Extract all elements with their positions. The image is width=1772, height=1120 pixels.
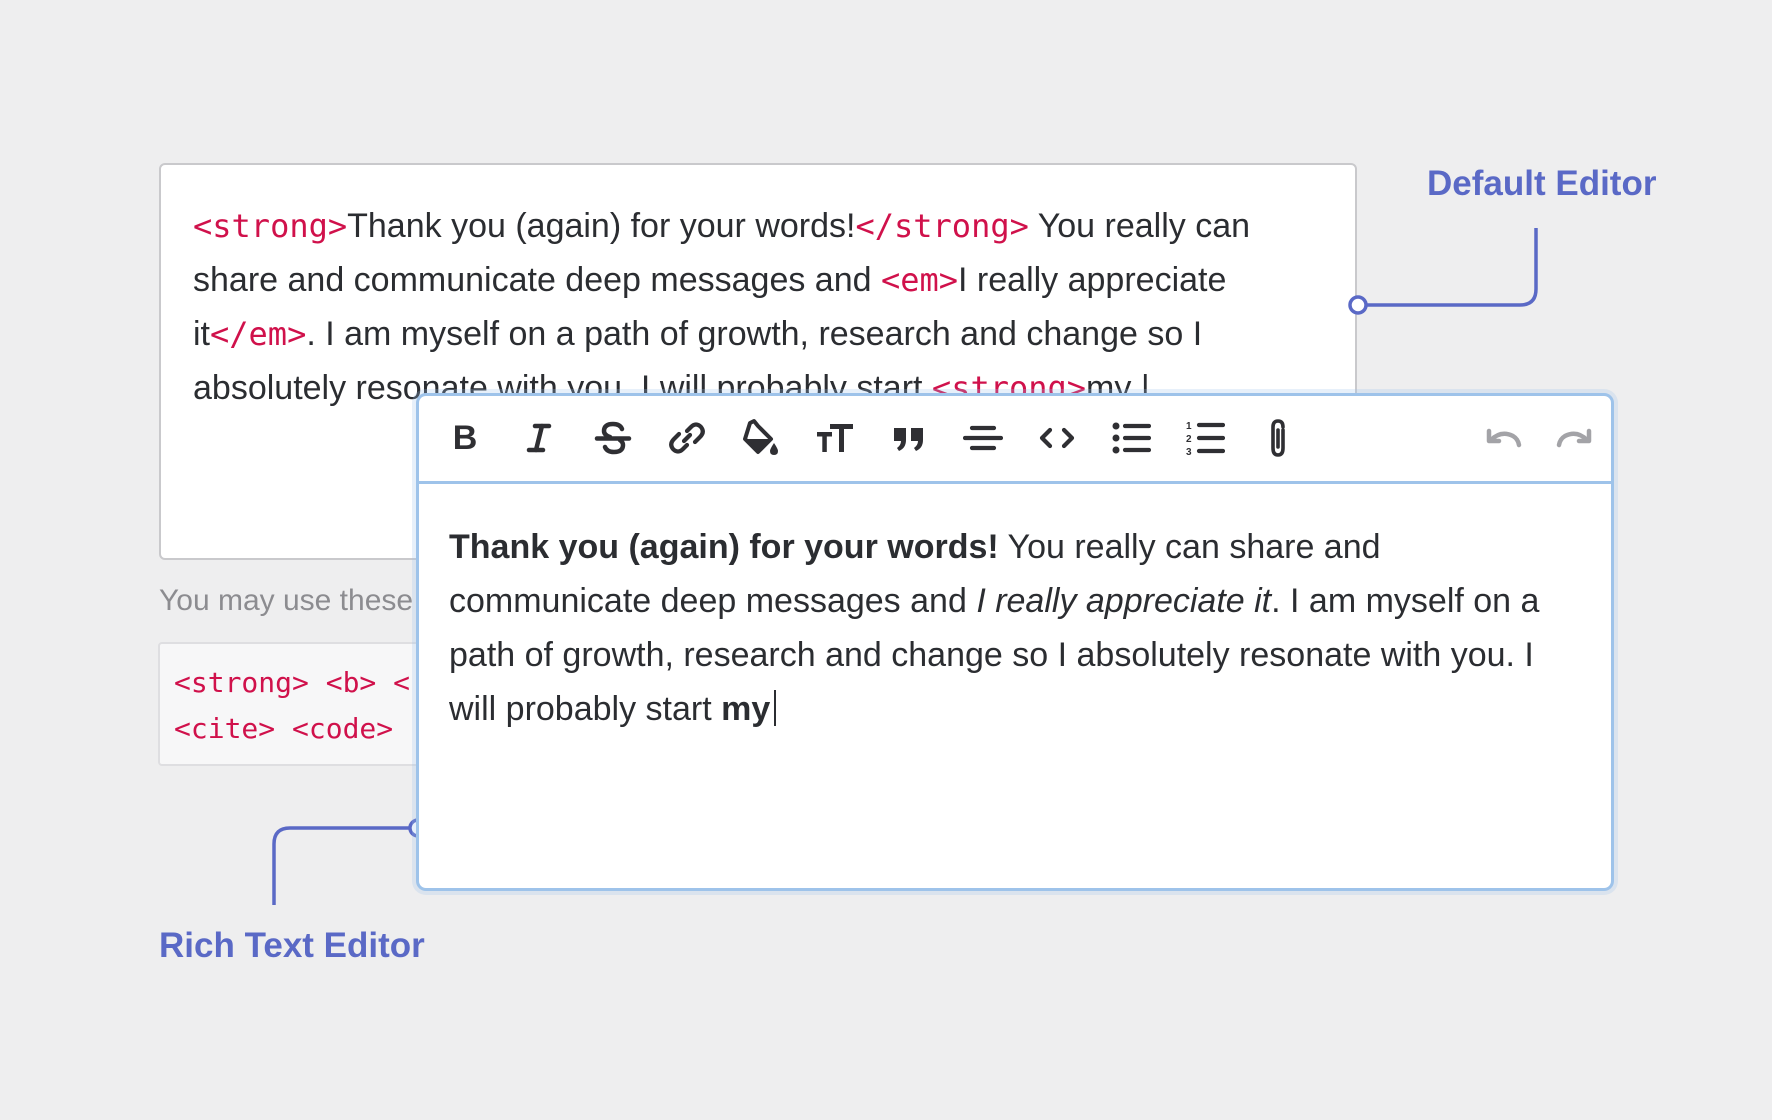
allowed-tags-line: <strong> <b> < xyxy=(174,666,411,699)
attachment-button[interactable] xyxy=(1255,414,1303,462)
redo-icon xyxy=(1556,428,1592,448)
highlight-button[interactable] xyxy=(737,414,785,462)
text-size-icon xyxy=(817,424,853,452)
code-button[interactable] xyxy=(1033,414,1081,462)
strikethrough-icon xyxy=(594,421,632,455)
undo-icon xyxy=(1486,428,1522,448)
rich-text-editor-label: Rich Text Editor xyxy=(159,926,425,965)
default-editor-connector xyxy=(1358,228,1538,307)
bold-text: Thank you (again) for your words! xyxy=(449,528,999,566)
bullet-list-icon xyxy=(1112,422,1151,454)
numbered-list-icon: 1 2 3 xyxy=(1186,421,1225,458)
redo-button[interactable] xyxy=(1551,414,1599,462)
numbered-list-button[interactable]: 1 2 3 xyxy=(1181,414,1229,462)
undo-button[interactable] xyxy=(1479,414,1527,462)
html-tag: </strong> xyxy=(855,207,1029,245)
strikethrough-button[interactable] xyxy=(589,414,637,462)
bullet-list-button[interactable] xyxy=(1107,414,1155,462)
allowed-tags-hint: You may use these xyxy=(159,584,414,617)
italic-button[interactable] xyxy=(515,414,563,462)
svg-text:2: 2 xyxy=(1186,434,1192,445)
default-editor-text: <strong>Thank you (again) for your words… xyxy=(193,199,1323,415)
html-tag: </em> xyxy=(210,315,307,353)
svg-text:B: B xyxy=(453,419,478,457)
editor-toolbar: B 1 2 3 xyxy=(419,396,1611,484)
italic-text: I really appreciate it xyxy=(976,582,1272,620)
align-button[interactable] xyxy=(959,414,1007,462)
italic-icon xyxy=(526,423,552,453)
rich-editor-content[interactable]: Thank you (again) for your words! You re… xyxy=(419,484,1611,736)
bold-text: my xyxy=(721,690,771,728)
code-icon xyxy=(1039,427,1075,449)
html-tag: <strong> xyxy=(193,207,348,245)
attachment-icon xyxy=(1271,419,1285,457)
rich-editor-paragraph: Thank you (again) for your words! You re… xyxy=(449,520,1581,736)
fill-color-icon xyxy=(743,419,778,455)
default-editor-label: Default Editor xyxy=(1427,164,1657,203)
svg-text:3: 3 xyxy=(1186,447,1192,458)
allowed-tags-line: <cite> <code> xyxy=(174,712,394,745)
rich-editor-connector xyxy=(272,826,418,905)
svg-text:1: 1 xyxy=(1186,421,1192,432)
text-size-button[interactable] xyxy=(811,414,859,462)
text-segment: Thank you (again) for your words! xyxy=(347,207,856,245)
quote-button[interactable] xyxy=(885,414,933,462)
text-caret xyxy=(774,690,777,726)
bold-icon: B xyxy=(453,419,478,457)
bold-button[interactable]: B xyxy=(441,414,489,462)
rich-text-editor[interactable]: B 1 2 3 Thank you (again) for your words… xyxy=(416,393,1614,891)
html-tag: <em> xyxy=(880,261,959,299)
link-icon xyxy=(669,422,705,454)
quote-icon xyxy=(894,428,923,451)
link-button[interactable] xyxy=(663,414,711,462)
align-center-icon xyxy=(963,425,1003,451)
